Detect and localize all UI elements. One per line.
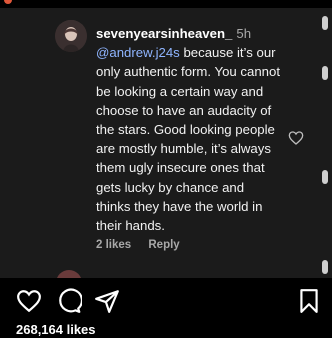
reply-button[interactable]: Reply (148, 239, 179, 251)
story-ring-fragment (4, 0, 12, 4)
comment-username[interactable]: sevenyearsinheaven_ (96, 26, 232, 41)
comment-mention[interactable]: @andrew.j24s (96, 45, 180, 60)
post-likes-count[interactable]: 268,164 likes (16, 322, 96, 337)
bookmark-icon[interactable] (296, 288, 322, 314)
next-comment-avatar[interactable] (56, 270, 82, 278)
scrollbar-thumb[interactable] (322, 260, 328, 274)
comments-panel[interactable]: sevenyearsinheaven_ 5h @andrew.j24s becau… (0, 8, 332, 278)
top-edge (0, 0, 332, 8)
scrollbar-thumb[interactable] (322, 16, 328, 30)
scrollbar-thumb[interactable] (322, 66, 328, 80)
comment-text: sevenyearsinheaven_ 5h @andrew.j24s becau… (96, 24, 282, 235)
comment-time: 5h (236, 26, 252, 41)
avatar-image (55, 20, 87, 52)
comment-likes[interactable]: 2 likes (96, 239, 131, 251)
send-paper-plane-icon[interactable] (94, 288, 120, 314)
comment-actions: 2 likes Reply (96, 239, 194, 251)
scrollbar-thumb[interactable] (322, 170, 328, 184)
comment-bubble-icon[interactable] (56, 288, 82, 314)
comment-message: because it’s our only authentic form. Yo… (96, 45, 281, 234)
heart-icon[interactable] (16, 288, 42, 314)
heart-outline-icon[interactable] (288, 130, 304, 146)
comment-avatar[interactable] (55, 20, 87, 52)
